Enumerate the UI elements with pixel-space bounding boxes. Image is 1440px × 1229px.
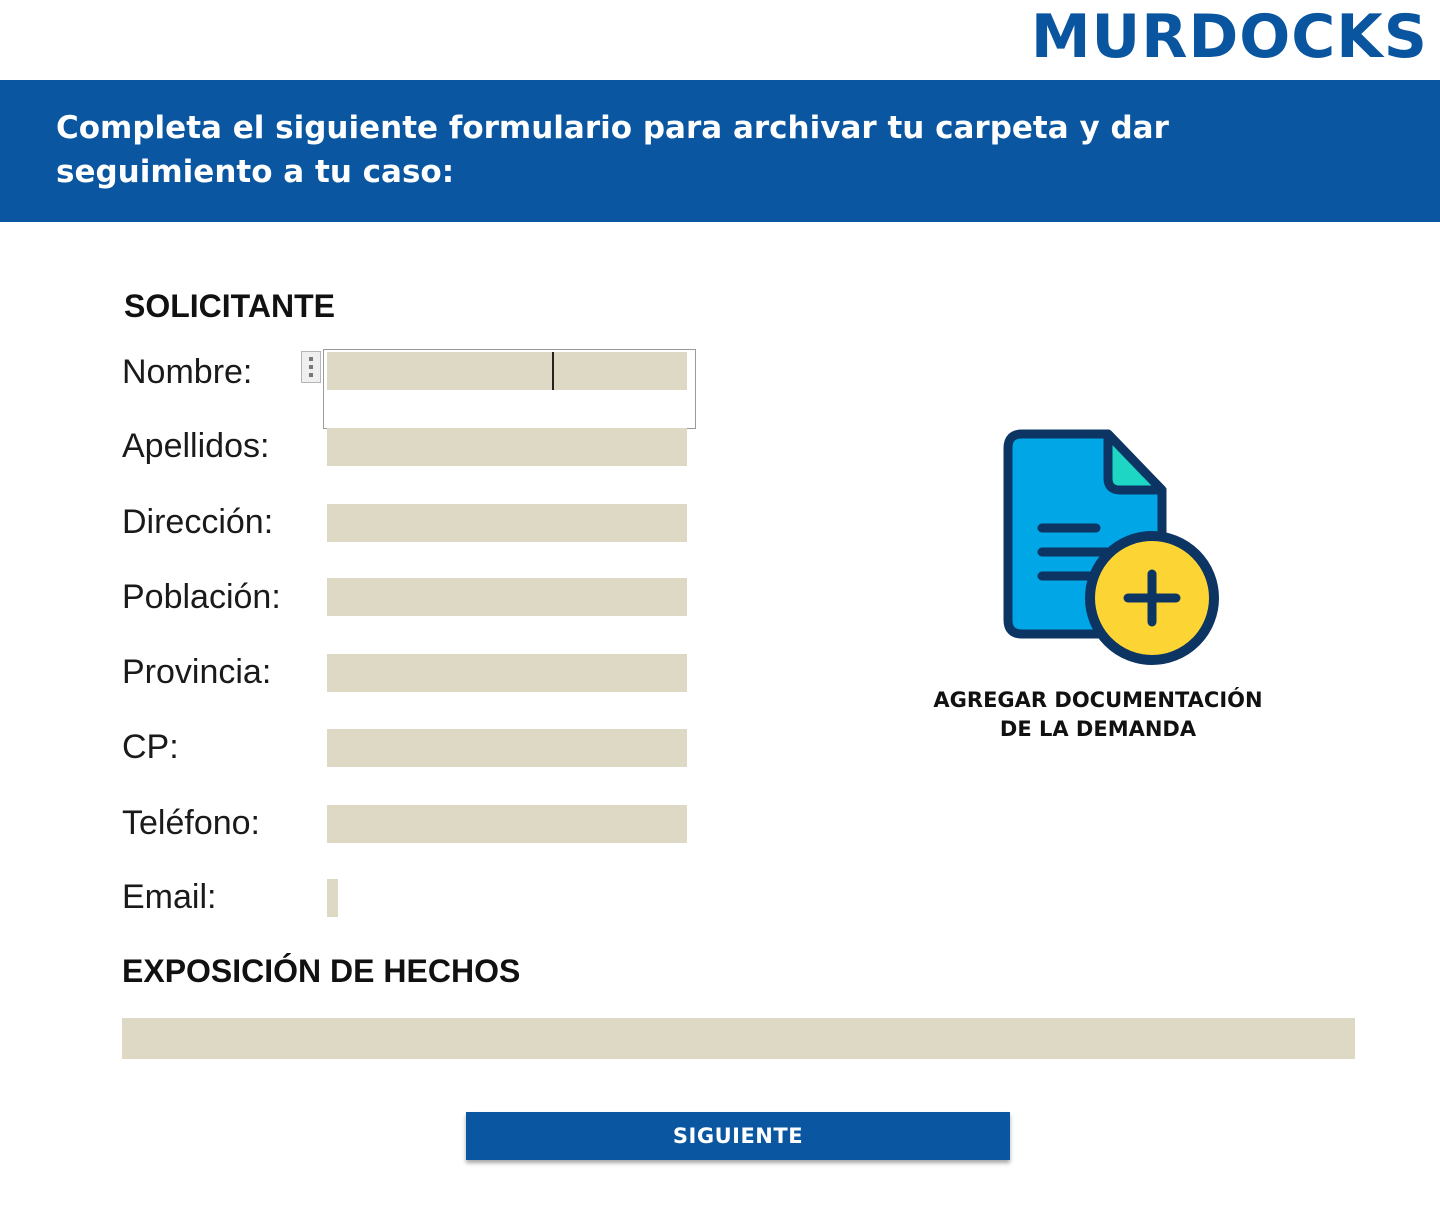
upload-caption[interactable]: AGREGAR DOCUMENTACIÓN DE LA DEMANDA — [918, 686, 1278, 744]
section-title-facts: EXPOSICIÓN DE HECHOS — [122, 953, 521, 989]
label-cp: CP: — [122, 728, 179, 766]
label-email: Email: — [122, 878, 217, 916]
label-provincia: Provincia: — [122, 653, 272, 691]
document-add-icon[interactable] — [1000, 428, 1222, 668]
cp-field[interactable] — [327, 729, 687, 767]
provincia-field[interactable] — [327, 654, 687, 692]
upload-caption-line1: AGREGAR DOCUMENTACIÓN — [933, 688, 1263, 712]
label-poblacion: Población: — [122, 578, 281, 616]
next-button[interactable]: SIGUIENTE — [466, 1112, 1010, 1160]
nombre-field[interactable] — [327, 352, 687, 390]
direccion-field[interactable] — [327, 504, 687, 542]
label-telefono: Teléfono: — [122, 804, 260, 842]
telefono-field[interactable] — [327, 805, 687, 843]
label-direccion: Dirección: — [122, 503, 274, 541]
text-caret — [552, 352, 554, 390]
facts-textarea[interactable] — [122, 1018, 1355, 1059]
section-title-applicant: SOLICITANTE — [124, 288, 335, 324]
apellidos-field[interactable] — [327, 428, 687, 466]
label-apellidos: Apellidos: — [122, 427, 270, 465]
email-field[interactable] — [327, 879, 338, 917]
brand-logo: MURDOCKS — [1030, 2, 1428, 72]
poblacion-field[interactable] — [327, 578, 687, 616]
field-handle-icon[interactable] — [301, 351, 321, 383]
label-nombre: Nombre: — [122, 353, 253, 391]
banner-instructions: Completa el siguiente formulario para ar… — [56, 110, 1169, 190]
upload-caption-line2: DE LA DEMANDA — [999, 717, 1197, 741]
